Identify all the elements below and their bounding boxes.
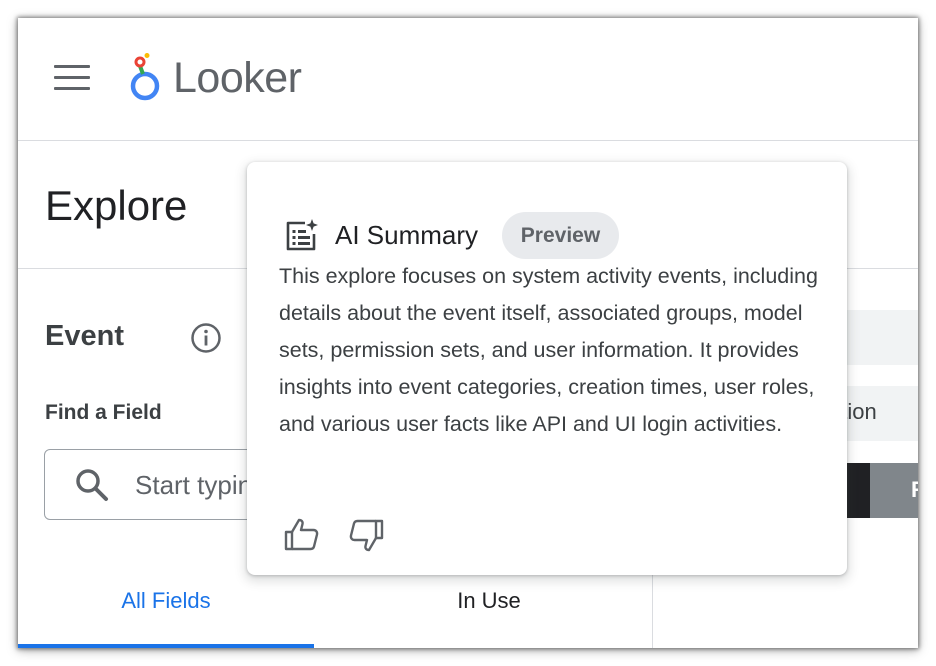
thumbs-up-icon[interactable] [283,516,321,554]
preview-badge: Preview [502,212,619,259]
page-title: Explore [45,182,188,229]
tab-in-use[interactable]: In Use [328,572,650,648]
tab-in-use-label: In Use [457,588,521,613]
thumbs-down-icon[interactable] [347,516,385,554]
looker-logo-icon [130,53,160,101]
tab-all-fields[interactable]: All Fields [18,572,314,648]
ai-summary-icon [286,219,318,251]
search-icon [76,469,108,501]
ai-summary-title: AI Summary [335,220,479,250]
ai-summary-text: This explore focuses on system activity … [279,264,818,436]
tab-all-fields-label: All Fields [121,588,211,613]
view-label: Event [45,320,124,352]
hamburger-menu-icon[interactable] [52,65,92,91]
info-icon[interactable] [190,322,222,354]
find-field-label: Find a Field [45,401,162,424]
field-tabs: All Fields In Use [18,572,652,648]
panel-divider [652,568,653,648]
active-tab-indicator [18,644,314,648]
looker-window: Looker Explore Event Find a Field All Fi… [18,18,918,648]
top-bar: Looker [18,18,918,141]
ai-summary-popover: AI Summary Preview This explore focuses … [247,162,847,575]
right-panel-button-text: R [911,474,918,506]
logo-text: Looker [173,54,302,102]
